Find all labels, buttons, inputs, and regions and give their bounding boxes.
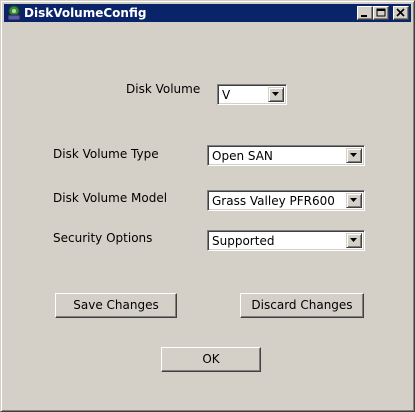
ok-button[interactable]: OK	[161, 347, 261, 372]
dialog-window: DiskVolumeConfig Disk Volume V Disk Volu…	[0, 0, 415, 412]
security-options-dropdown-button[interactable]	[346, 233, 362, 248]
maximize-button[interactable]	[373, 6, 389, 20]
close-button[interactable]	[393, 6, 409, 20]
disk-volume-type-dropdown-button[interactable]	[346, 148, 362, 163]
window-title: DiskVolumeConfig	[24, 6, 147, 20]
disk-volume-dropdown-button[interactable]	[268, 87, 284, 102]
chevron-down-icon	[350, 238, 357, 242]
close-icon	[396, 8, 405, 17]
disk-volume-type-value: Open SAN	[212, 149, 273, 163]
chevron-down-icon	[350, 153, 357, 157]
chevron-down-icon	[350, 198, 357, 202]
discard-changes-button[interactable]: Discard Changes	[240, 293, 364, 318]
title-bar[interactable]: DiskVolumeConfig	[4, 4, 411, 22]
disk-volume-select[interactable]: V	[217, 84, 287, 105]
chevron-down-icon	[272, 92, 279, 96]
minimize-icon	[361, 15, 367, 17]
app-icon	[6, 5, 22, 21]
security-options-label: Security Options	[53, 231, 153, 245]
disk-volume-model-select[interactable]: Grass Valley PFR600	[207, 190, 365, 211]
disk-volume-label: Disk Volume	[126, 82, 201, 96]
disk-volume-type-label: Disk Volume Type	[53, 147, 159, 161]
disk-volume-model-label: Disk Volume Model	[53, 191, 168, 205]
disk-volume-value: V	[222, 88, 231, 102]
maximize-icon	[376, 8, 386, 17]
minimize-button[interactable]	[357, 6, 373, 20]
security-options-value: Supported	[212, 234, 275, 248]
disk-volume-model-dropdown-button[interactable]	[346, 193, 362, 208]
security-options-select[interactable]: Supported	[207, 230, 365, 251]
disk-volume-type-select[interactable]: Open SAN	[207, 145, 365, 166]
disk-volume-model-value: Grass Valley PFR600	[212, 194, 335, 208]
save-changes-button[interactable]: Save Changes	[55, 293, 177, 318]
